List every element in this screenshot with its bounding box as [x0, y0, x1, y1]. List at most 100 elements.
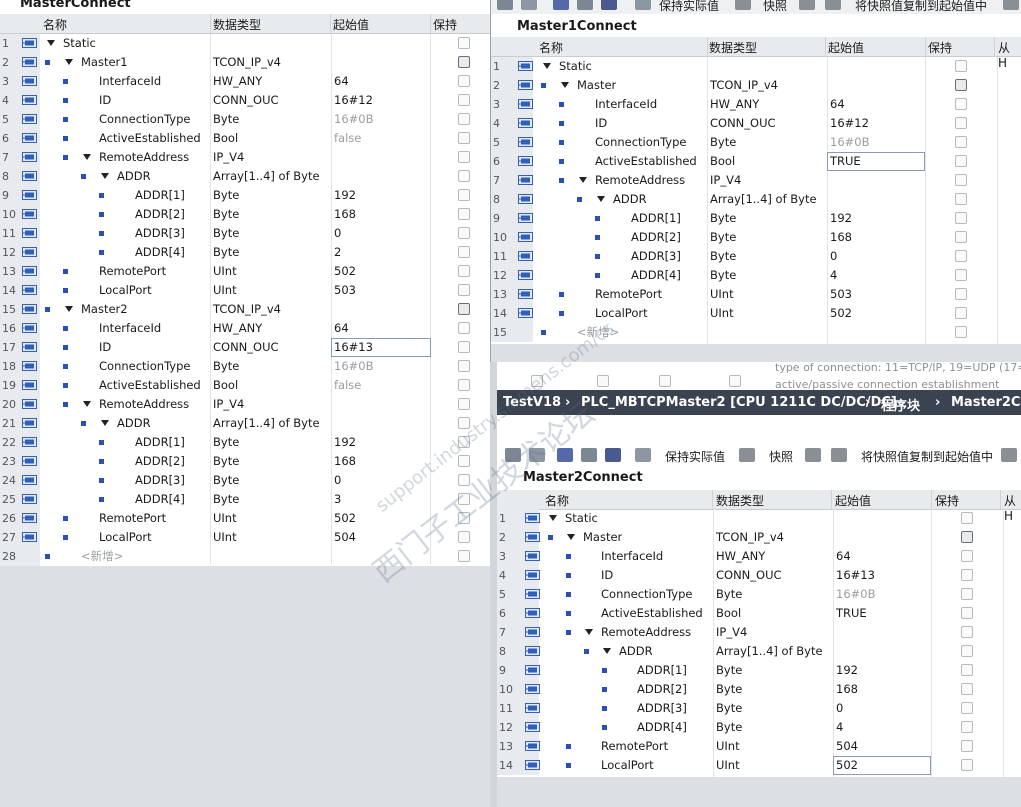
cell-start-value[interactable]: 168: [334, 205, 356, 224]
table-row[interactable]: 11 ADDR[3] Byte 0: [0, 224, 490, 243]
retain-checkbox[interactable]: [458, 113, 470, 125]
cell-name[interactable]: ID: [595, 114, 607, 133]
block-icon[interactable]: [553, 0, 569, 10]
cell-datatype[interactable]: UInt: [213, 509, 237, 528]
cell-name[interactable]: Master: [577, 76, 616, 95]
table-row[interactable]: 28 <新增>: [0, 547, 490, 566]
keep-actual-button[interactable]: 保持实际值: [665, 448, 725, 465]
retain-checkbox[interactable]: [458, 56, 470, 68]
table-row[interactable]: 2 Master1 TCON_IP_v4: [0, 53, 490, 72]
table-row[interactable]: 13 RemotePort UInt 504: [497, 737, 1021, 756]
cell-datatype[interactable]: CONN_OUC: [716, 566, 782, 585]
cell-name[interactable]: LocalPort: [595, 304, 648, 323]
retain-checkbox[interactable]: [955, 79, 967, 91]
cell-datatype[interactable]: Byte: [213, 433, 239, 452]
cell-datatype[interactable]: Byte: [213, 186, 239, 205]
cell-start-value[interactable]: 16#12: [830, 114, 869, 133]
table-row[interactable]: 3 InterfaceId HW_ANY 64: [497, 547, 1021, 566]
cell-datatype[interactable]: Bool: [213, 376, 238, 395]
cell-name[interactable]: InterfaceId: [601, 547, 663, 566]
table-row[interactable]: 5 ConnectionType Byte 16#0B: [0, 110, 490, 129]
cell-name[interactable]: ADDR[3]: [631, 247, 681, 266]
cell-datatype[interactable]: IP_V4: [710, 171, 741, 190]
retain-checkbox[interactable]: [961, 512, 973, 524]
table-row[interactable]: 4 ID CONN_OUC 16#13: [497, 566, 1021, 585]
retain-checkbox[interactable]: [458, 398, 470, 410]
table-row[interactable]: 12 ADDR[4] Byte 2: [0, 243, 490, 262]
cell-datatype[interactable]: Array[1..4] of Byte: [213, 167, 320, 186]
retain-checkbox[interactable]: [955, 250, 967, 262]
table-row[interactable]: 1 Static: [497, 509, 1021, 528]
cell-name[interactable]: ADDR[2]: [637, 680, 687, 699]
table-row[interactable]: 3 InterfaceId HW_ANY 64: [0, 72, 490, 91]
cell-name[interactable]: ADDR[1]: [135, 186, 185, 205]
table-row[interactable]: 6 ActiveEstablished Bool TRUE: [491, 152, 1021, 171]
cell-name[interactable]: ConnectionType: [99, 110, 190, 129]
table-row[interactable]: 25 ADDR[4] Byte 3: [0, 490, 490, 509]
retain-checkbox[interactable]: [961, 759, 973, 771]
cell-datatype[interactable]: Byte: [716, 699, 742, 718]
cell-name[interactable]: ADDR[3]: [135, 224, 185, 243]
retain-checkbox[interactable]: [458, 474, 470, 486]
expand-triangle-icon[interactable]: [83, 401, 91, 407]
cell-start-value[interactable]: 16#12: [334, 91, 373, 110]
retain-checkbox[interactable]: [458, 493, 470, 505]
cell-start-value[interactable]: false: [334, 376, 361, 395]
retain-checkbox[interactable]: [458, 550, 470, 562]
cell-start-value[interactable]: 168: [334, 452, 356, 471]
cell-datatype[interactable]: UInt: [213, 528, 237, 547]
cell-datatype[interactable]: Byte: [710, 247, 736, 266]
cell-name[interactable]: RemotePort: [595, 285, 662, 304]
cell-datatype[interactable]: IP_V4: [213, 395, 244, 414]
edit-icon[interactable]: [581, 448, 597, 462]
cell-name[interactable]: Static: [565, 509, 598, 528]
interface-icon[interactable]: [497, 0, 513, 10]
cell-name[interactable]: ConnectionType: [99, 357, 190, 376]
retain-checkbox[interactable]: [955, 288, 967, 300]
retain-checkbox[interactable]: [458, 284, 470, 296]
retain-checkbox[interactable]: [961, 531, 973, 543]
cell-start-value[interactable]: 16#13: [334, 338, 373, 357]
cell-datatype[interactable]: Byte: [710, 266, 736, 285]
retain-checkbox[interactable]: [955, 326, 967, 338]
cell-datatype[interactable]: CONN_OUC: [710, 114, 776, 133]
cell-start-value[interactable]: 4: [836, 718, 843, 737]
table-row[interactable]: 23 ADDR[2] Byte 168: [0, 452, 490, 471]
cell-start-value[interactable]: 192: [334, 433, 356, 452]
cell-datatype[interactable]: Array[1..4] of Byte: [213, 414, 320, 433]
cell-datatype[interactable]: UInt: [213, 281, 237, 300]
cell-datatype[interactable]: Bool: [710, 152, 735, 171]
retain-checkbox[interactable]: [458, 208, 470, 220]
retain-checkbox[interactable]: [955, 117, 967, 129]
cell-datatype[interactable]: Byte: [213, 471, 239, 490]
table-row[interactable]: 14 LocalPort UInt 502: [491, 304, 1021, 323]
cell-datatype[interactable]: Byte: [716, 661, 742, 680]
cell-name[interactable]: ADDR[4]: [637, 718, 687, 737]
cell-name[interactable]: RemotePort: [99, 509, 166, 528]
cell-datatype[interactable]: Array[1..4] of Byte: [716, 642, 823, 661]
table-row[interactable]: 22 ADDR[1] Byte 192: [0, 433, 490, 452]
cell-datatype[interactable]: CONN_OUC: [213, 91, 279, 110]
retain-checkbox[interactable]: [961, 588, 973, 600]
cell-datatype[interactable]: HW_ANY: [213, 72, 262, 91]
retain-checkbox[interactable]: [458, 227, 470, 239]
cell-datatype[interactable]: TCON_IP_v4: [213, 53, 281, 72]
cell-datatype[interactable]: UInt: [710, 304, 734, 323]
retain-checkbox[interactable]: [961, 607, 973, 619]
copy-icon[interactable]: [805, 448, 821, 462]
cell-name[interactable]: ADDR[4]: [135, 243, 185, 262]
expand-triangle-icon[interactable]: [83, 154, 91, 160]
retain-checkbox[interactable]: [955, 98, 967, 110]
table-row[interactable]: 9 ADDR[1] Byte 192: [491, 209, 1021, 228]
cell-datatype[interactable]: Byte: [716, 680, 742, 699]
cell-start-value[interactable]: 502: [334, 262, 356, 281]
retain-checkbox[interactable]: [458, 37, 470, 49]
retain-checkbox[interactable]: [458, 379, 470, 391]
retain-checkbox[interactable]: [458, 303, 470, 315]
interface-icon[interactable]: [505, 448, 521, 462]
retain-checkbox[interactable]: [458, 512, 470, 524]
retain-checkbox[interactable]: [961, 550, 973, 562]
table-row[interactable]: 13 RemotePort UInt 503: [491, 285, 1021, 304]
expand-triangle-icon[interactable]: [543, 63, 551, 69]
cell-name[interactable]: InterfaceId: [595, 95, 657, 114]
